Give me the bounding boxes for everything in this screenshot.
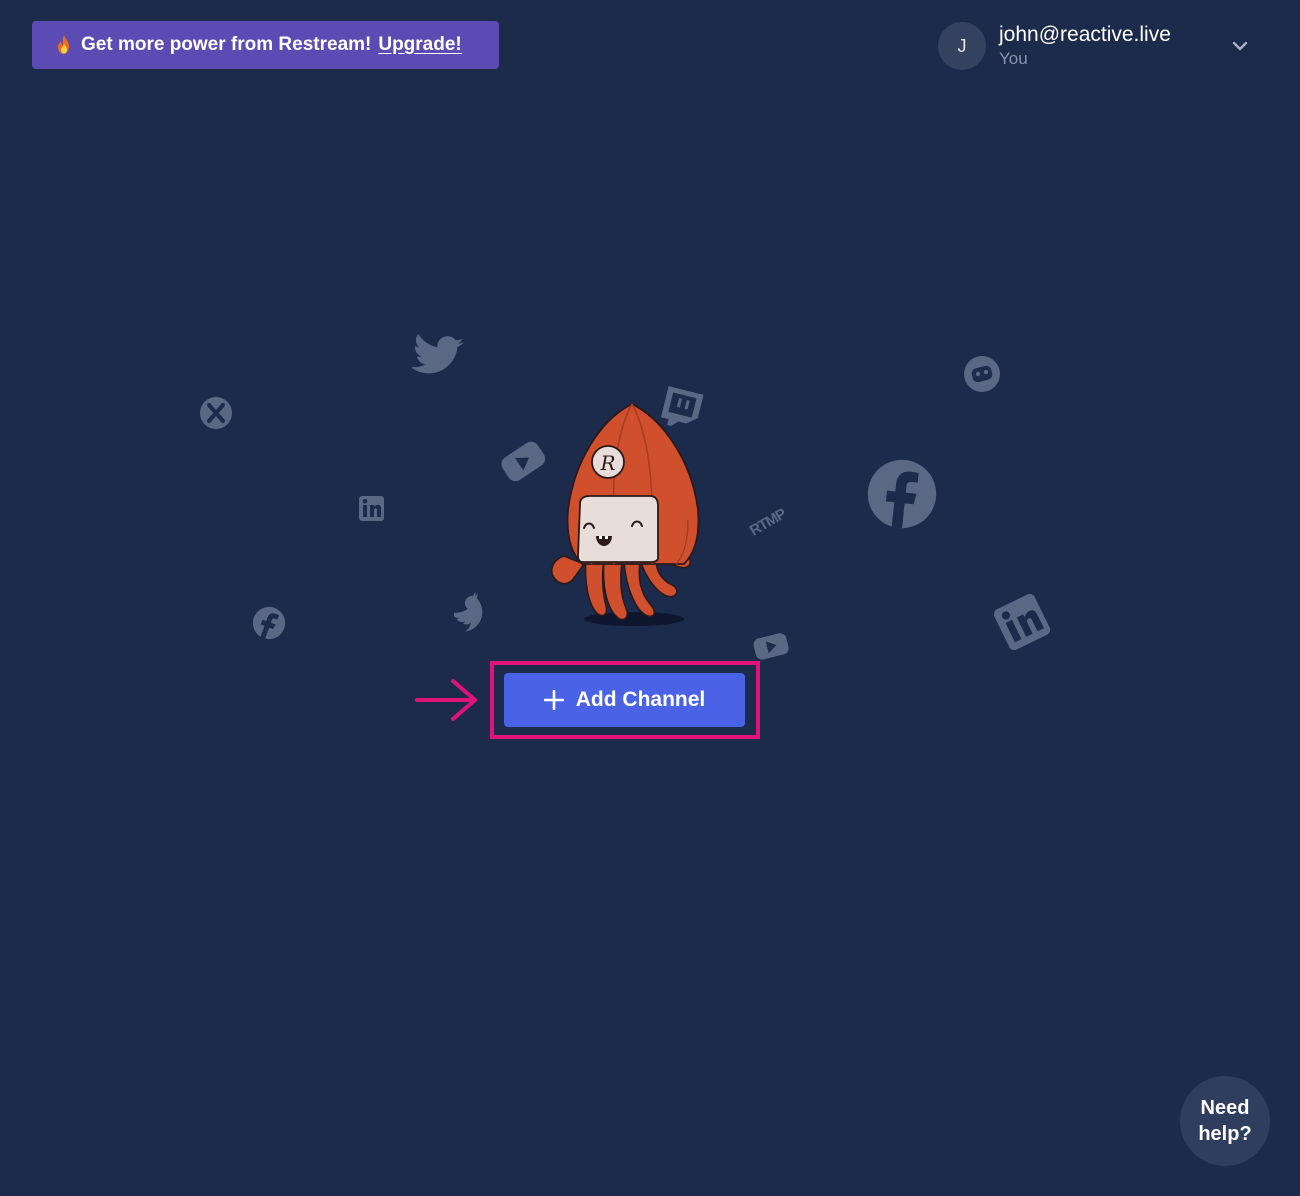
add-channel-label: Add Channel: [575, 688, 706, 711]
help-label-line1: Need: [1200, 1097, 1250, 1119]
plus-icon: [543, 690, 564, 710]
add-channel-button[interactable]: Add Channel: [504, 673, 745, 727]
upgrade-banner: Get more power from Restream! Upgrade!: [32, 21, 499, 69]
linkedin-icon: [359, 496, 384, 521]
mixer-icon: [200, 397, 232, 429]
arrow-right-icon: [415, 679, 477, 721]
upgrade-link[interactable]: Upgrade!: [378, 34, 461, 56]
youtube-icon: [753, 633, 789, 660]
user-role: You: [999, 49, 1028, 68]
facebook-icon: [867, 459, 937, 529]
help-label-line2: help?: [1198, 1123, 1252, 1145]
twitter-icon: [412, 334, 464, 374]
page: Get more power from Restream! Upgrade! J…: [0, 0, 1300, 1196]
youtube-icon: [501, 441, 546, 482]
twitter-icon: [454, 592, 483, 632]
discord-icon: [964, 356, 1000, 392]
user-info: john@reactive.live You: [999, 22, 1171, 70]
empty-state-illustration: RTMP R: [0, 0, 1300, 1196]
linkedin-icon: [994, 594, 1050, 650]
fire-icon: [58, 35, 69, 54]
user-menu[interactable]: J john@reactive.live You: [938, 19, 1258, 73]
help-button[interactable]: Need help?: [1180, 1076, 1270, 1166]
mascot-badge-letter: R: [599, 451, 615, 475]
banner-text: Get more power from Restream!: [81, 34, 372, 55]
help-label: Need help?: [1198, 1095, 1251, 1147]
avatar: J: [938, 22, 986, 70]
rtmp-label: RTMP: [746, 505, 789, 540]
facebook-icon: [252, 606, 286, 640]
user-email: john@reactive.live: [999, 23, 1171, 46]
restream-mascot: R: [551, 402, 700, 626]
chevron-down-icon[interactable]: [1230, 36, 1250, 56]
twitch-icon: [660, 386, 704, 426]
